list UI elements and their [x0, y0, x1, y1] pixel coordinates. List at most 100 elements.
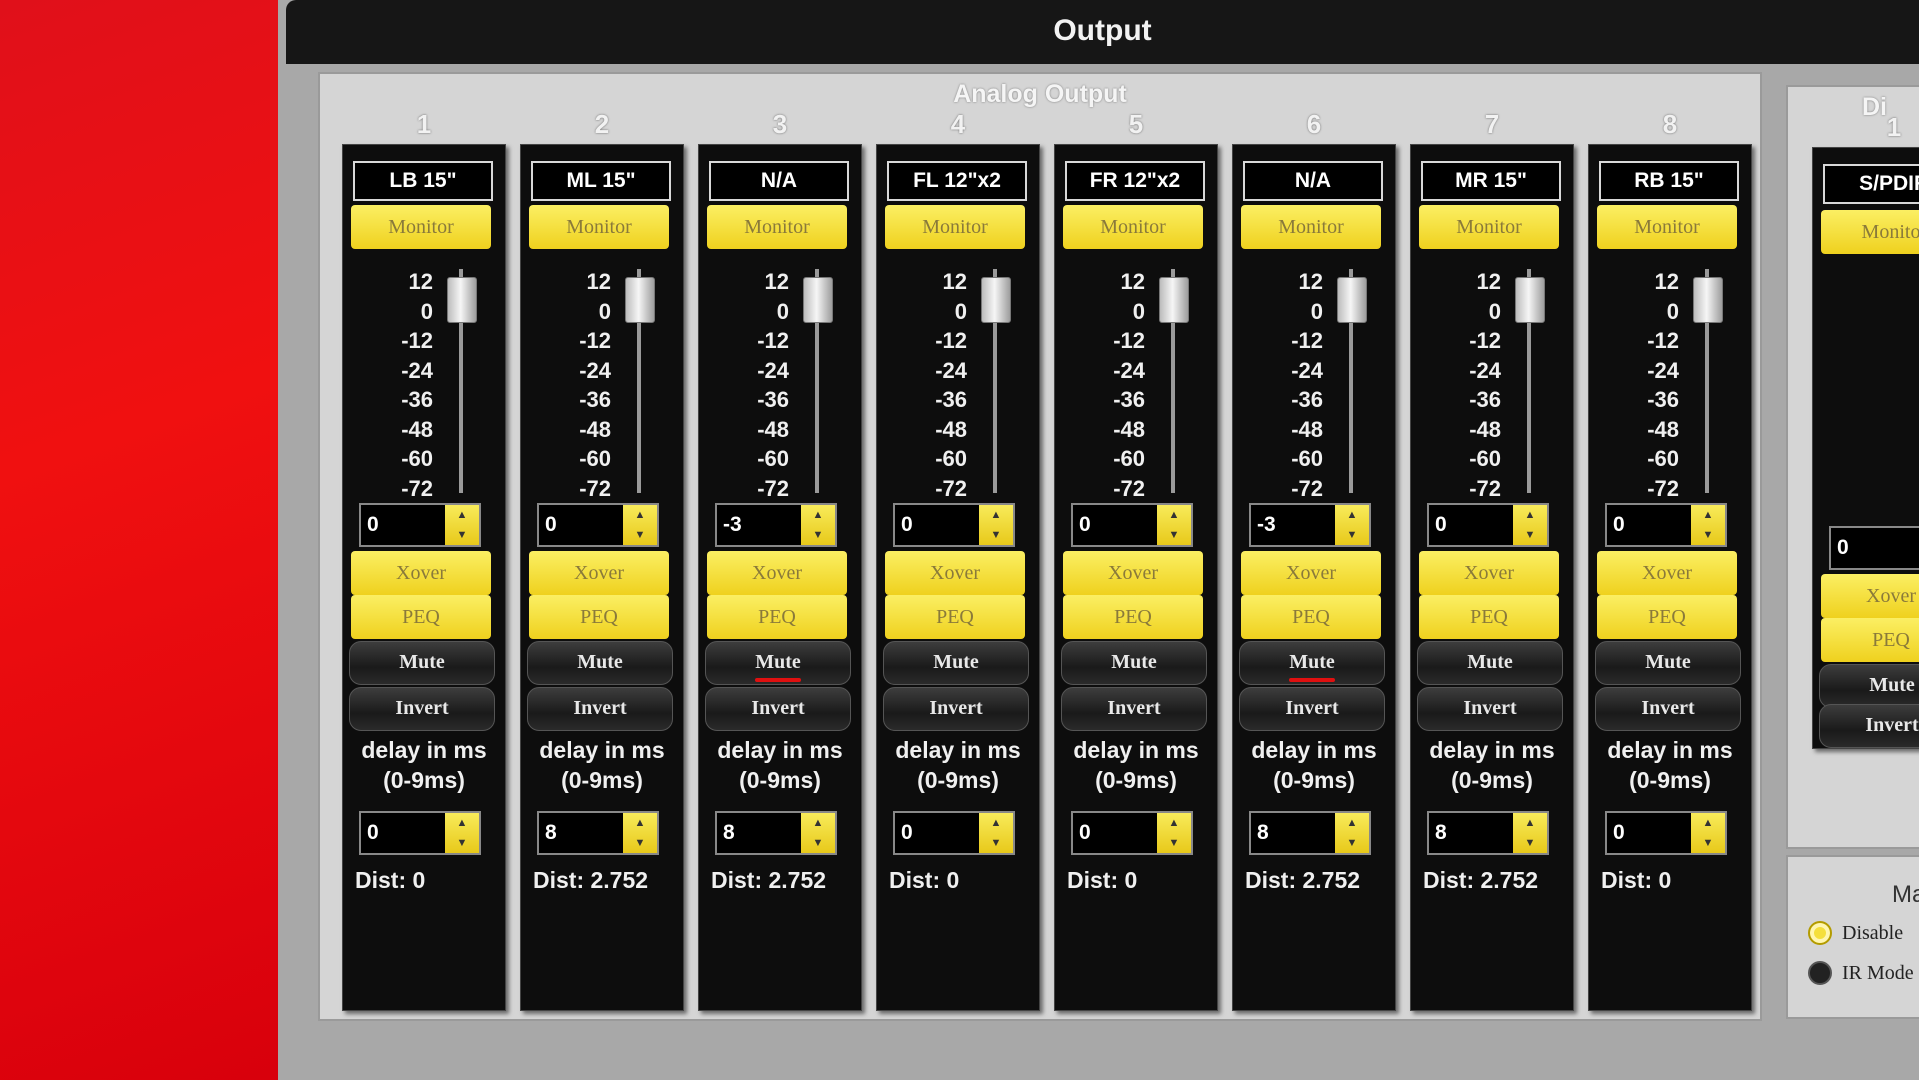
monitor-button[interactable]: Monitor [529, 205, 669, 249]
delay-spinbox[interactable]: 8 ▲ ▼ [715, 811, 837, 855]
fader-knob-icon[interactable] [1693, 277, 1723, 323]
delay-spinbox[interactable]: 8 ▲ ▼ [537, 811, 659, 855]
mute-button[interactable]: Mute [705, 641, 851, 685]
channel-name[interactable]: N/A [709, 161, 849, 201]
gain-spinbox[interactable]: 0 ▲ ▼ [1071, 503, 1193, 547]
channel-name[interactable]: ML 15" [531, 161, 671, 201]
channel-name[interactable]: LB 15" [353, 161, 493, 201]
fader-knob-icon[interactable] [1159, 277, 1189, 323]
fader-knob-icon[interactable] [1515, 277, 1545, 323]
monitor-button[interactable]: Monitor [351, 205, 491, 249]
radio-disable[interactable]: Disable [1808, 921, 1903, 945]
invert-button[interactable]: Invert [883, 687, 1029, 731]
up-down-arrow-icon[interactable]: ▲ ▼ [1513, 813, 1547, 853]
delay-spinbox[interactable]: 0 ▲ ▼ [1071, 811, 1193, 855]
fader-knob-icon[interactable] [447, 277, 477, 323]
mute-button[interactable]: Mute [1595, 641, 1741, 685]
xover-button[interactable]: Xover [1419, 551, 1559, 595]
xover-button[interactable]: Xover [529, 551, 669, 595]
invert-button[interactable]: Invert [1239, 687, 1385, 731]
mute-button[interactable]: Mute [527, 641, 673, 685]
peq-button[interactable]: PEQ [1419, 595, 1559, 639]
channel-name[interactable]: MR 15" [1421, 161, 1561, 201]
invert-button[interactable]: Invert [1595, 687, 1741, 731]
up-down-arrow-icon[interactable]: ▲ ▼ [801, 505, 835, 545]
up-down-arrow-icon[interactable]: ▲ ▼ [623, 813, 657, 853]
mute-button[interactable]: Mute [349, 641, 495, 685]
gain-spinbox[interactable]: -3 ▲ ▼ [715, 503, 837, 547]
invert-button[interactable]: Invert [527, 687, 673, 731]
mute-button[interactable]: Mute [1819, 664, 1919, 708]
xover-button[interactable]: Xover [707, 551, 847, 595]
gain-spinbox[interactable]: -3 ▲ ▼ [1249, 503, 1371, 547]
gain-spinbox[interactable]: 0 ▲ ▼ [1427, 503, 1549, 547]
xover-button[interactable]: Xover [885, 551, 1025, 595]
up-down-arrow-icon[interactable]: ▲ ▼ [623, 505, 657, 545]
up-down-arrow-icon[interactable]: ▲ ▼ [1513, 505, 1547, 545]
up-down-arrow-icon[interactable]: ▲ ▼ [979, 813, 1013, 853]
monitor-button[interactable]: Monitor [1419, 205, 1559, 249]
fader-knob-icon[interactable] [1337, 277, 1367, 323]
delay-spinbox[interactable]: 8 ▲ ▼ [1427, 811, 1549, 855]
delay-spinbox[interactable]: 0 ▲ ▼ [1605, 811, 1727, 855]
gain-spinbox[interactable]: 0 ▲ ▼ [1605, 503, 1727, 547]
invert-button[interactable]: Invert [1061, 687, 1207, 731]
up-down-arrow-icon[interactable]: ▲ ▼ [445, 813, 479, 853]
xover-button[interactable]: Xover [1821, 574, 1919, 618]
channel-name[interactable]: RB 15" [1599, 161, 1739, 201]
monitor-button[interactable]: Monitor [1063, 205, 1203, 249]
up-down-arrow-icon[interactable]: ▲ ▼ [801, 813, 835, 853]
gain-spinbox[interactable]: 0 ▲ ▼ [893, 503, 1015, 547]
peq-button[interactable]: PEQ [529, 595, 669, 639]
fader-knob-icon[interactable] [803, 277, 833, 323]
delay-spinbox[interactable]: 0 ▲ ▼ [893, 811, 1015, 855]
peq-button[interactable]: PEQ [707, 595, 847, 639]
mute-button[interactable]: Mute [883, 641, 1029, 685]
peq-button[interactable]: PEQ [1597, 595, 1737, 639]
gain-spinbox[interactable]: 0 ▲ ▼ [537, 503, 659, 547]
mute-indicator-led [755, 678, 801, 682]
gain-spinbox[interactable]: 0 ▲ ▼ [359, 503, 481, 547]
xover-button[interactable]: Xover [1241, 551, 1381, 595]
channel-name[interactable]: FR 12"x2 [1065, 161, 1205, 201]
monitor-button[interactable]: Monitor [885, 205, 1025, 249]
up-down-arrow-icon[interactable]: ▲ ▼ [445, 505, 479, 545]
peq-button[interactable]: PEQ [1241, 595, 1381, 639]
mute-button[interactable]: Mute [1239, 641, 1385, 685]
up-down-arrow-icon[interactable]: ▲ ▼ [1691, 813, 1725, 853]
xover-button[interactable]: Xover [1063, 551, 1203, 595]
invert-button[interactable]: Invert [1417, 687, 1563, 731]
up-down-arrow-icon[interactable]: ▲ ▼ [1335, 505, 1369, 545]
monitor-button[interactable]: Monitor [1597, 205, 1737, 249]
up-down-arrow-icon[interactable]: ▲ ▼ [1157, 505, 1191, 545]
channel-name[interactable]: FL 12"x2 [887, 161, 1027, 201]
channel-name[interactable]: N/A [1243, 161, 1383, 201]
fader-knob-icon[interactable] [981, 277, 1011, 323]
radio-button-icon[interactable] [1808, 921, 1832, 945]
delay-spinbox[interactable]: 0 ▲ ▼ [359, 811, 481, 855]
delay-spinbox[interactable]: 8 ▲ ▼ [1249, 811, 1371, 855]
monitor-button[interactable]: Monitor [1241, 205, 1381, 249]
radio-button-icon[interactable] [1808, 961, 1832, 985]
up-down-arrow-icon[interactable]: ▲ ▼ [1691, 505, 1725, 545]
peq-button[interactable]: PEQ [1821, 618, 1919, 662]
invert-button[interactable]: Invert [705, 687, 851, 731]
up-down-arrow-icon[interactable]: ▲ ▼ [979, 505, 1013, 545]
mute-button[interactable]: Mute [1417, 641, 1563, 685]
xover-button[interactable]: Xover [1597, 551, 1737, 595]
xover-button[interactable]: Xover [351, 551, 491, 595]
monitor-button[interactable]: Monito [1821, 210, 1919, 254]
peq-button[interactable]: PEQ [1063, 595, 1203, 639]
up-down-arrow-icon[interactable]: ▲ ▼ [1157, 813, 1191, 853]
monitor-button[interactable]: Monitor [707, 205, 847, 249]
fader-knob-icon[interactable] [625, 277, 655, 323]
up-down-arrow-icon[interactable]: ▲ ▼ [1335, 813, 1369, 853]
gain-spinbox[interactable]: 0 [1829, 526, 1919, 570]
invert-button[interactable]: Invert [1819, 704, 1919, 748]
invert-button[interactable]: Invert [349, 687, 495, 731]
peq-button[interactable]: PEQ [351, 595, 491, 639]
channel-name[interactable]: S/PDIF [1823, 164, 1919, 204]
peq-button[interactable]: PEQ [885, 595, 1025, 639]
mute-button[interactable]: Mute [1061, 641, 1207, 685]
radio-ir-mode[interactable]: IR Mode [1808, 961, 1914, 985]
